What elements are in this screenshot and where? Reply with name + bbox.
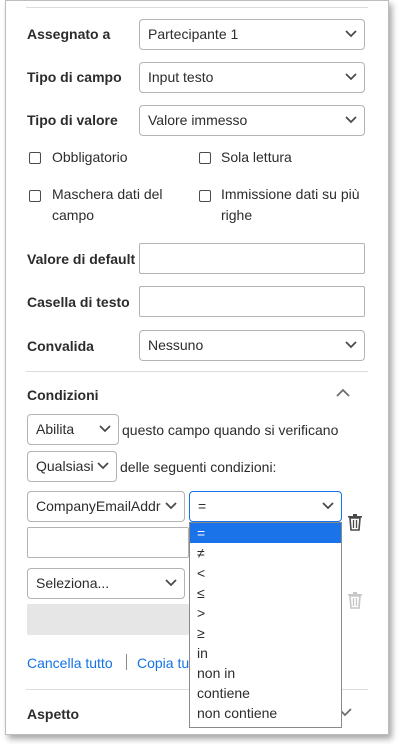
mask-data-label-line2: campo: [52, 207, 95, 223]
condition-match-text: delle seguenti condizioni:: [120, 459, 277, 475]
tooltip-input[interactable]: [139, 286, 365, 317]
disabled-value-field: [27, 604, 189, 635]
chevron-down-icon: [97, 462, 109, 470]
assigned-to-select[interactable]: Partecipante 1: [139, 19, 365, 50]
assigned-to-label: Assegnato a: [27, 26, 111, 42]
operator-option[interactable]: =: [190, 523, 341, 543]
chevron-up-icon[interactable]: [336, 388, 350, 398]
operator-option[interactable]: contiene: [190, 683, 341, 703]
condition-match-value: Qualsiasi: [36, 458, 94, 474]
chevron-down-icon: [345, 73, 357, 81]
multiline-label: Immissione dati su più righe: [221, 184, 360, 226]
condition-action-select[interactable]: Abilita: [27, 414, 119, 445]
condition-operator-select[interactable]: =: [189, 491, 342, 522]
read-only-checkbox[interactable]: [199, 152, 211, 164]
chevron-down-icon: [345, 116, 357, 124]
chevron-down-icon: [165, 579, 177, 587]
field-properties-panel: Assegnato a Partecipante 1 Tipo di campo…: [5, 0, 389, 735]
trash-icon: [348, 592, 362, 609]
appearance-title: Aspetto: [27, 706, 80, 722]
operator-dropdown-list: = ≠ < ≤ > ≥ in non in contiene non contiene: [189, 522, 342, 728]
copy-all-link[interactable]: Copia tu: [137, 655, 189, 671]
trash-icon[interactable]: [347, 513, 363, 531]
condition-action-text: questo campo quando si verificano: [122, 422, 339, 438]
validate-value: Nessuno: [148, 337, 204, 353]
multiline-label-line2: righe: [221, 207, 253, 223]
mask-data-label-line1: Maschera dati del: [52, 186, 163, 202]
link-separator: [126, 654, 127, 670]
field-type-select[interactable]: Input testo: [139, 62, 365, 93]
required-checkbox[interactable]: [29, 152, 41, 164]
default-value-input[interactable]: [139, 243, 365, 274]
multiline-label-line1: Immissione dati su più: [221, 186, 360, 202]
field-type-value: Input testo: [148, 69, 214, 85]
assigned-to-value: Partecipante 1: [148, 26, 239, 42]
tooltip-label: Casella di testo: [27, 294, 130, 310]
condition-field-select[interactable]: CompanyEmailAddr: [27, 491, 185, 522]
chevron-down-icon: [99, 425, 111, 433]
condition-value-input[interactable]: [27, 527, 189, 558]
chevron-down-icon: [165, 502, 177, 510]
value-type-label: Tipo di valore: [27, 112, 118, 128]
operator-option[interactable]: ≤: [190, 583, 341, 603]
operator-option[interactable]: ≥: [190, 623, 341, 643]
chevron-down-icon: [345, 341, 357, 349]
clear-all-link[interactable]: Cancella tutto: [27, 655, 113, 671]
operator-option[interactable]: ≠: [190, 543, 341, 563]
condition-field-value: CompanyEmailAddr: [36, 498, 161, 514]
operator-option[interactable]: non in: [190, 663, 341, 683]
default-value-label: Valore di default: [27, 251, 136, 267]
operator-option[interactable]: in: [190, 643, 341, 663]
condition-action-value: Abilita: [36, 421, 75, 437]
divider: [26, 7, 368, 8]
operator-option[interactable]: <: [190, 563, 341, 583]
condition-operator-value: =: [198, 498, 207, 514]
condition-second-select[interactable]: Seleziona...: [27, 568, 185, 599]
condition-second-value: Seleziona...: [36, 575, 110, 591]
validate-select[interactable]: Nessuno: [139, 330, 365, 361]
field-type-label: Tipo di campo: [27, 69, 122, 85]
conditions-title: Condizioni: [27, 387, 99, 403]
multiline-checkbox[interactable]: [199, 190, 211, 202]
validate-label: Convalida: [27, 338, 94, 354]
mask-data-checkbox[interactable]: [29, 190, 41, 202]
required-label: Obbligatorio: [52, 149, 128, 165]
chevron-down-icon: [345, 30, 357, 38]
operator-option[interactable]: non contiene: [190, 703, 341, 723]
read-only-label: Sola lettura: [221, 149, 292, 165]
value-type-select[interactable]: Valore immesso: [139, 105, 365, 136]
divider: [26, 371, 368, 372]
mask-data-label: Maschera dati del campo: [52, 184, 163, 226]
condition-match-select[interactable]: Qualsiasi: [27, 451, 117, 482]
chevron-down-icon: [322, 502, 334, 510]
operator-option[interactable]: >: [190, 603, 341, 623]
value-type-value: Valore immesso: [148, 112, 248, 128]
